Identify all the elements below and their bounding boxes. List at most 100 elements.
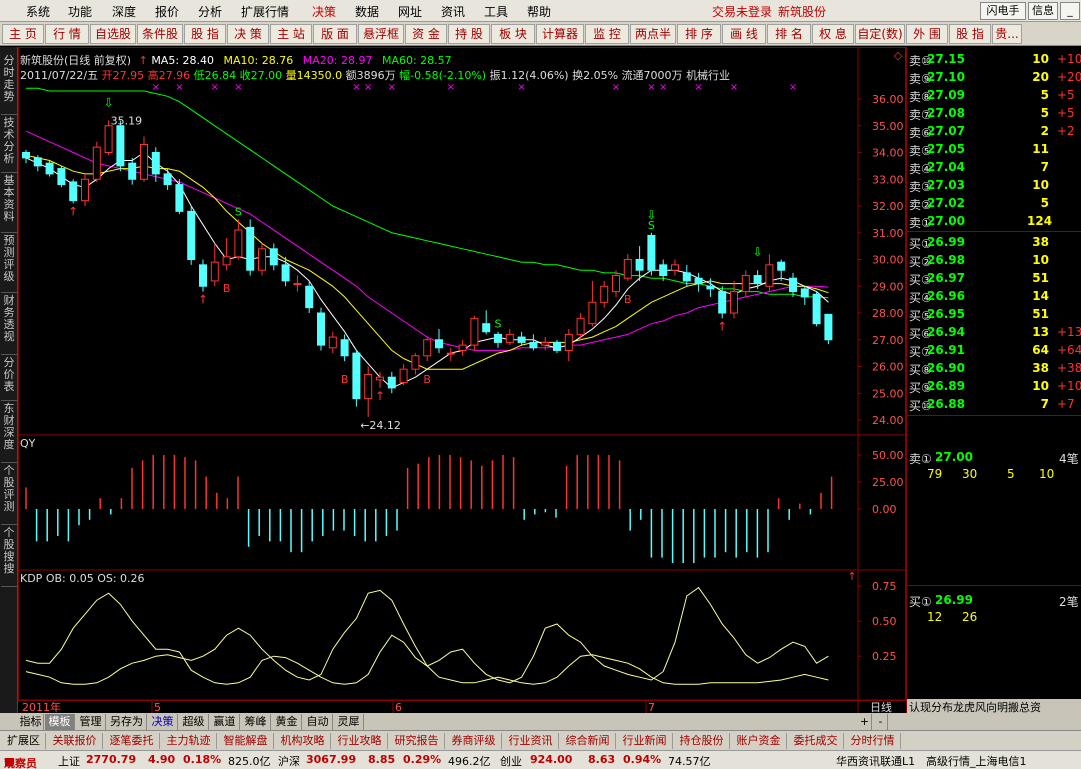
side-tab-2[interactable]: 基本资料: [1, 175, 17, 233]
toolbar-button-12[interactable]: 计算器: [536, 24, 584, 44]
candle-body-up: [411, 355, 420, 370]
toolbar-button-15[interactable]: 排 序: [677, 24, 721, 44]
toolbar-button-2[interactable]: 自选股: [90, 24, 136, 44]
indicator-tab-7[interactable]: 筹峰: [241, 714, 271, 730]
side-tab-5[interactable]: 分价表: [1, 357, 17, 401]
sell-arrow-icon: ⇩: [753, 245, 763, 259]
menu-item-help[interactable]: 帮助: [527, 3, 551, 20]
sell-row: 卖② 27.02 5: [907, 195, 1081, 213]
toolbar-button-8[interactable]: 悬浮框: [358, 24, 404, 44]
signal-marker: ×: [364, 82, 372, 93]
toolbar-button-9[interactable]: 资 金: [405, 24, 447, 44]
toolbar-button-10[interactable]: 持 股: [448, 24, 490, 44]
minimize-button[interactable]: _: [1060, 2, 1080, 20]
indicator-tab-2[interactable]: 管理: [76, 714, 106, 730]
link-tab-15[interactable]: 分时行情: [845, 733, 901, 749]
info-amplitude: 振1.12(4.06%): [489, 69, 569, 82]
link-tab-7[interactable]: 研究报告: [389, 733, 445, 749]
indicator-tab-3[interactable]: 另存为: [107, 714, 147, 730]
toolbar-button-13[interactable]: 监 控: [585, 24, 629, 44]
indicator-tab-0[interactable]: 指标: [18, 714, 44, 730]
side-tab-6[interactable]: 东财深度: [1, 403, 17, 463]
link-tab-1[interactable]: 关联报价: [47, 733, 103, 749]
link-tab-12[interactable]: 持仓股份: [674, 733, 730, 749]
toolbar-button-5[interactable]: 决 策: [227, 24, 269, 44]
menu-item-depth[interactable]: 深度: [112, 3, 136, 20]
menu-item-websites[interactable]: 网址: [398, 3, 422, 20]
side-tab-4[interactable]: 财务透视: [1, 295, 17, 355]
sell-volume: 5: [1040, 106, 1049, 120]
menu-item-tools[interactable]: 工具: [484, 3, 508, 20]
toolbar-button-14[interactable]: 两点半: [630, 24, 676, 44]
info-button[interactable]: 信息: [1028, 2, 1058, 20]
link-tab-6[interactable]: 行业攻略: [332, 733, 388, 749]
link-tab-8[interactable]: 券商评级: [446, 733, 502, 749]
link-tab-11[interactable]: 行业新闻: [617, 733, 673, 749]
toolbar-button-19[interactable]: 自定(数): [855, 24, 905, 44]
indicator-tab-1[interactable]: 模板: [45, 714, 75, 730]
toolbar-button-16[interactable]: 画 线: [722, 24, 766, 44]
toolbar-button-20[interactable]: 外 围: [906, 24, 948, 44]
indicator-tab-10[interactable]: 灵犀: [334, 714, 364, 730]
side-tab-7[interactable]: 个股评测: [1, 465, 17, 525]
side-tab-3[interactable]: 预测评级: [1, 235, 17, 293]
toolbar-button-4[interactable]: 股 指: [184, 24, 226, 44]
side-tab-8[interactable]: 个股搜搜: [1, 527, 17, 587]
menu-item-system[interactable]: 系统: [26, 3, 50, 20]
toolbar-button-11[interactable]: 板 块: [491, 24, 535, 44]
toolbar-button-18[interactable]: 权 息: [812, 24, 854, 44]
side-tab-0[interactable]: 分时走势: [1, 55, 17, 115]
toolbar-button-6[interactable]: 主 站: [270, 24, 312, 44]
buy-price: 26.94: [927, 325, 965, 339]
flash-trade-button[interactable]: 闪电手: [980, 2, 1026, 20]
candle-body-down: [824, 313, 833, 341]
indicator-tab-4[interactable]: 决策: [148, 714, 178, 730]
menu-item-news[interactable]: 资讯: [441, 3, 465, 20]
indicator-tab-9[interactable]: 自动: [303, 714, 333, 730]
menu-item-data[interactable]: 数据: [355, 3, 379, 20]
link-tab-5[interactable]: 机构攻略: [275, 733, 331, 749]
trade-login-status[interactable]: 交易未登录: [712, 3, 772, 20]
toolbar-button-0[interactable]: 主 页: [2, 24, 44, 44]
candle-body-up: [470, 317, 479, 346]
zoom-in-button[interactable]: +: [858, 714, 872, 730]
sell-signal-label: S: [495, 318, 502, 331]
indicator-tab-8[interactable]: 黄金: [272, 714, 302, 730]
indicator-tab-6[interactable]: 赢道: [210, 714, 240, 730]
toolbar-button-21[interactable]: 股 指: [949, 24, 991, 44]
link-tab-13[interactable]: 账户资金: [731, 733, 787, 749]
toolbar-button-17[interactable]: 排 名: [767, 24, 811, 44]
menu-item-extended-quotes[interactable]: 扩展行情: [241, 3, 289, 20]
kdp-line-1: [25, 586, 829, 685]
candle-body-down: [269, 248, 278, 266]
sell1-detail-price: 27.00: [935, 450, 973, 464]
menu-item-analysis[interactable]: 分析: [198, 3, 222, 20]
zoom-out-button[interactable]: -: [874, 714, 888, 730]
link-tab-10[interactable]: 综合新闻: [560, 733, 616, 749]
link-tab-4[interactable]: 智能解盘: [218, 733, 274, 749]
buy1-detail-count: 2笔: [1059, 595, 1079, 609]
ma60-line: [26, 87, 829, 299]
chart-canvas[interactable]: 36.00 35.00 34.00 33.00 32.00 31.00 30.00 29.00…: [18, 47, 906, 715]
link-tab-2[interactable]: 逐笔委托: [104, 733, 160, 749]
buy-price: 26.99: [927, 235, 965, 249]
sell1-detail-q1: 79: [927, 467, 943, 481]
indicator-tab-5[interactable]: 超级: [179, 714, 209, 730]
link-tab-9[interactable]: 行业资讯: [503, 733, 559, 749]
menu-item-quotes[interactable]: 报价: [155, 3, 179, 20]
menu-item-function[interactable]: 功能: [68, 3, 92, 20]
signal-marker: ×: [647, 82, 655, 93]
menu-item-decision[interactable]: 决策: [312, 3, 336, 20]
toolbar-button-1[interactable]: 行 情: [45, 24, 89, 44]
toolbar-button-3[interactable]: 条件股: [137, 24, 183, 44]
toolbar-button-7[interactable]: 版 面: [313, 24, 357, 44]
signal-marker: ×: [694, 82, 702, 93]
link-tab-14[interactable]: 委托成交: [788, 733, 844, 749]
toolbar-button-22[interactable]: 贵...: [992, 24, 1022, 44]
link-tab-0[interactable]: 扩展区: [2, 733, 46, 749]
sell-arrow-icon: ⇩: [104, 95, 114, 109]
link-tab-3[interactable]: 主力轨迹: [161, 733, 217, 749]
sell-row: 卖③ 27.03 10: [907, 177, 1081, 195]
kline-chart-area[interactable]: 36.00 35.00 34.00 33.00 32.00 31.00 30.00 29.00…: [18, 47, 906, 715]
side-tab-1[interactable]: 技术分析: [1, 117, 17, 173]
